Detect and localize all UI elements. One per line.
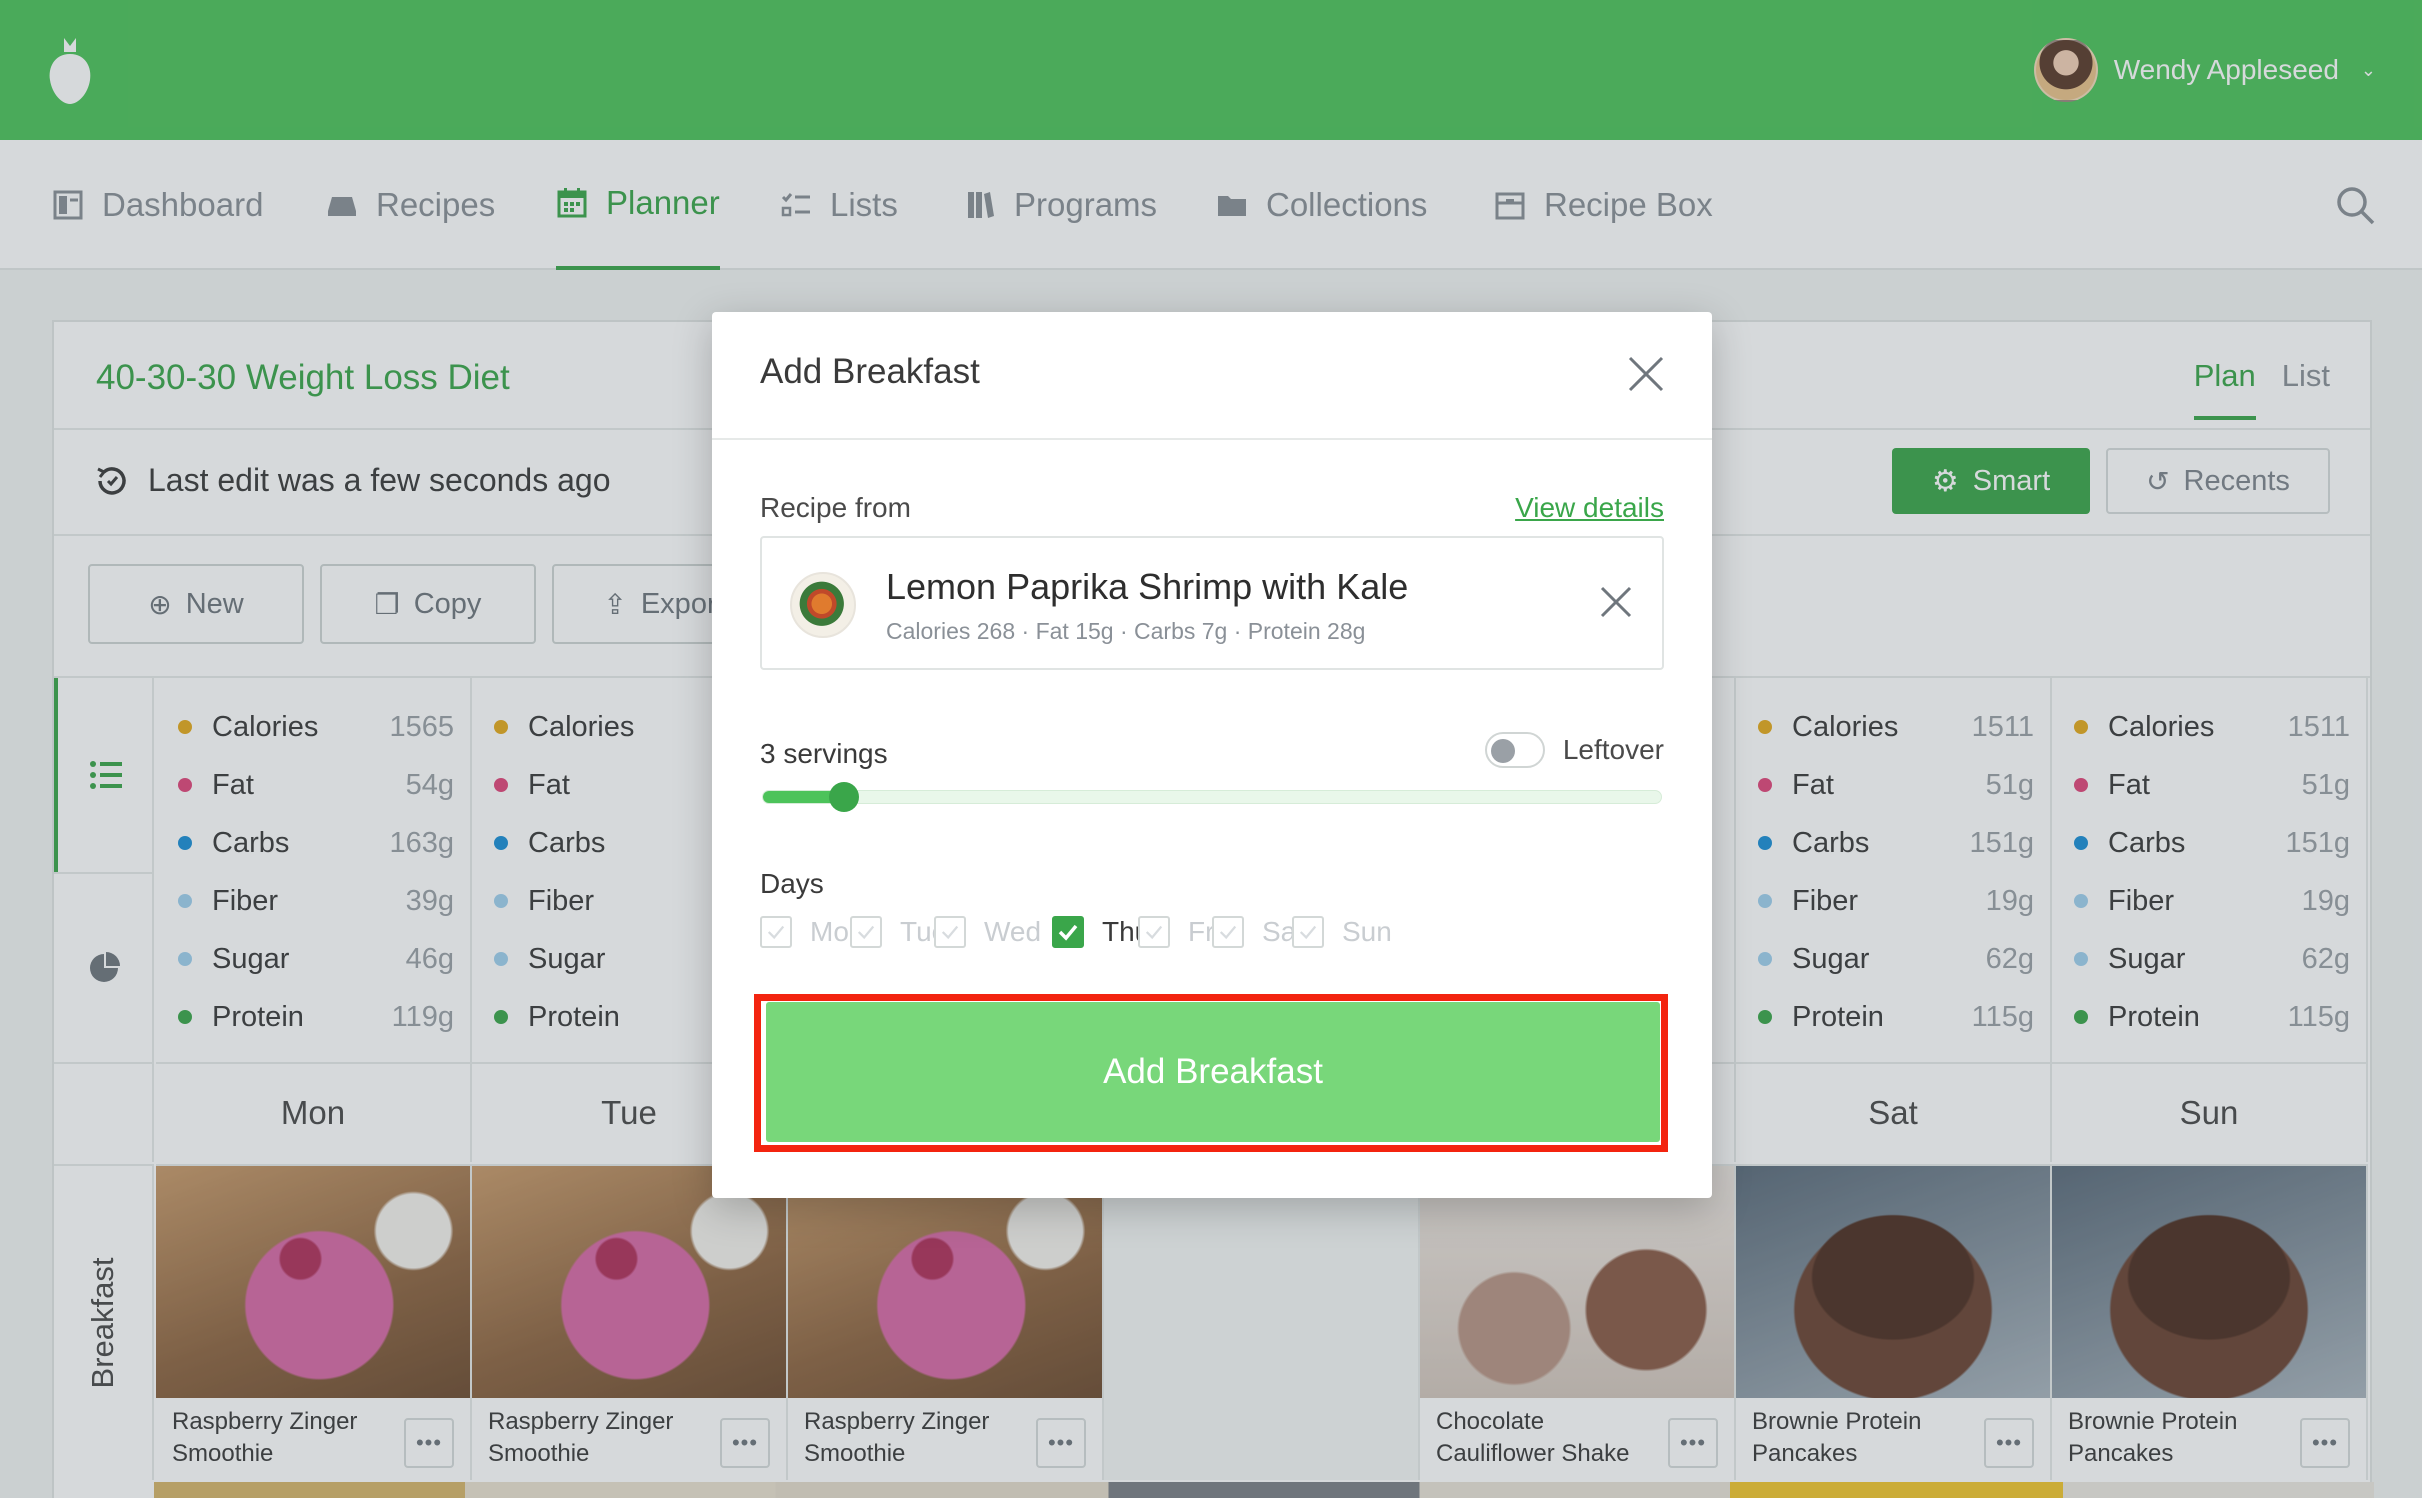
selected-recipe[interactable]: Lemon Paprika Shrimp with Kale Calories … [760, 536, 1664, 670]
checkbox[interactable] [850, 916, 882, 948]
check-icon [767, 925, 785, 940]
leftover-label: Leftover [1562, 734, 1664, 765]
day-checkbox-wed[interactable]: Wed [934, 912, 1041, 952]
remove-recipe-icon[interactable] [1598, 584, 1634, 620]
check-icon [1219, 925, 1237, 940]
days-label: Days [760, 868, 824, 899]
divider [712, 438, 1712, 440]
checkbox[interactable] [1212, 916, 1244, 948]
check-icon [1145, 925, 1163, 940]
checkbox[interactable] [934, 916, 966, 948]
close-icon[interactable] [1626, 354, 1666, 394]
check-icon [941, 925, 959, 940]
modal-title: Add Breakfast [760, 352, 980, 391]
day-checkbox-thu[interactable]: Thu [1052, 912, 1150, 952]
day-checkbox-sun[interactable]: Sun [1292, 912, 1392, 952]
highlight-box [754, 994, 1668, 1152]
day-label: Sun [1342, 916, 1392, 947]
checkbox[interactable] [1292, 916, 1324, 948]
day-checkbox-mon[interactable]: Mon [760, 912, 864, 952]
servings-slider[interactable] [762, 782, 1662, 812]
day-checkbox-sat[interactable]: Sat [1212, 912, 1304, 952]
checkbox[interactable] [1138, 916, 1170, 948]
servings-count: 3 servings [760, 738, 888, 769]
leftover-toggle[interactable] [1484, 732, 1545, 768]
check-icon [1058, 924, 1078, 941]
recipe-macros: Calories 268 · Fat 15g · Carbs 7g · Prot… [886, 618, 1366, 644]
day-label: Wed [984, 916, 1042, 947]
slider-handle[interactable] [828, 782, 859, 812]
recipe-name: Lemon Paprika Shrimp with Kale [886, 566, 1409, 607]
checkbox[interactable] [1052, 916, 1084, 948]
checkbox[interactable] [760, 916, 792, 948]
leftover-control: Leftover [1484, 732, 1664, 768]
recipe-thumbnail [790, 572, 856, 638]
check-icon [1299, 925, 1317, 940]
view-details-link[interactable]: View details [1515, 492, 1664, 524]
recipe-from-label: Recipe from [760, 492, 911, 523]
check-icon [857, 925, 875, 940]
day-checkbox-tue[interactable]: Tue [850, 912, 947, 952]
day-checkbox-fri[interactable]: Fri [1138, 912, 1221, 952]
